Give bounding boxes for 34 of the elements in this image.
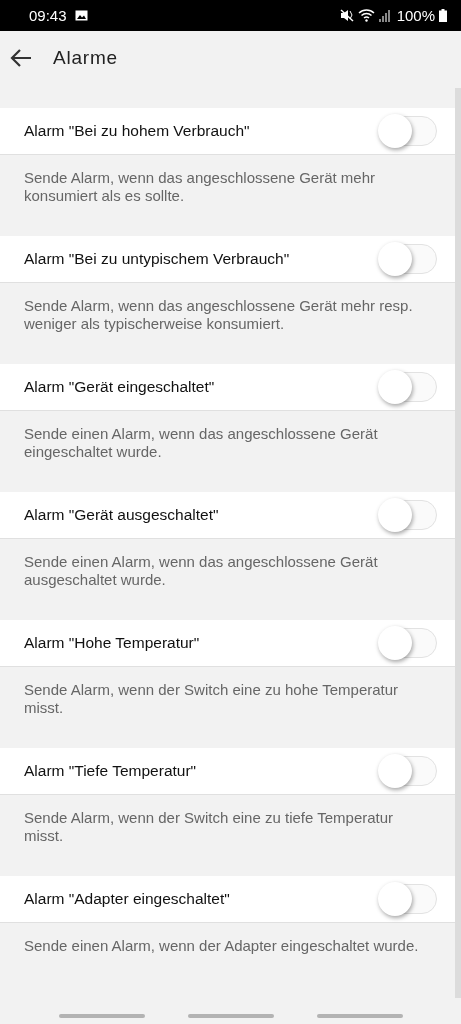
toggle-switch[interactable] (379, 756, 437, 786)
setting-title: Alarm "Adapter eingeschaltet" (24, 890, 230, 908)
setting-description: Sende einen Alarm, wenn das angeschlossene Gerät eingeschaltet wurde. (24, 425, 378, 460)
clock: 09:43 (29, 7, 67, 24)
setting-title: Alarm "Hohe Temperatur" (24, 634, 200, 652)
setting-title: Alarm "Bei zu hohem Verbrauch" (24, 122, 250, 140)
setting-description: Sende Alarm, wenn das angeschlossene Gerät mehr konsumiert als es sollte. (24, 169, 376, 204)
setting-title: Alarm "Tiefe Temperatur" (24, 762, 197, 780)
navigation-bar-handle[interactable] (316, 1014, 403, 1018)
setting-description: Sende Alarm, wenn das angeschlossene Gerät mehr resp. weniger als typischerweise konsumiert. (24, 297, 413, 332)
toggle-switch[interactable] (379, 372, 437, 402)
image-icon (74, 10, 88, 21)
setting-description: Sende einen Alarm, wenn der Adapter eingeschaltet wurde. (24, 937, 419, 954)
setting-title: Alarm "Gerät ausgeschaltet" (24, 506, 219, 524)
toggle-switch[interactable] (379, 500, 437, 530)
wifi-icon (357, 9, 375, 22)
page-title: Alarme (53, 47, 118, 69)
back-button[interactable] (10, 49, 32, 67)
toggle-switch[interactable] (379, 884, 437, 914)
scrollbar[interactable] (455, 88, 461, 998)
toggle-switch[interactable] (379, 628, 437, 658)
mute-icon (339, 9, 354, 22)
toggle-switch[interactable] (379, 244, 437, 274)
navigation-bar-handle[interactable] (58, 1014, 145, 1018)
setting-title: Alarm "Bei zu untypischem Verbrauch" (24, 250, 290, 268)
signal-icon (378, 9, 391, 22)
setting-title: Alarm "Gerät eingeschaltet" (24, 378, 215, 396)
setting-description: Sende Alarm, wenn der Switch eine zu hohe Temperatur misst. (24, 681, 399, 716)
battery-icon (439, 9, 447, 22)
setting-description: Sende Alarm, wenn der Switch eine zu tiefe Temperatur misst. (24, 809, 394, 844)
navigation-bar-handle[interactable] (187, 1014, 274, 1018)
setting-description: Sende einen Alarm, wenn das angeschlossene Gerät ausgeschaltet wurde. (24, 553, 378, 588)
toggle-switch[interactable] (379, 116, 437, 146)
battery-level: 100% (396, 7, 435, 24)
